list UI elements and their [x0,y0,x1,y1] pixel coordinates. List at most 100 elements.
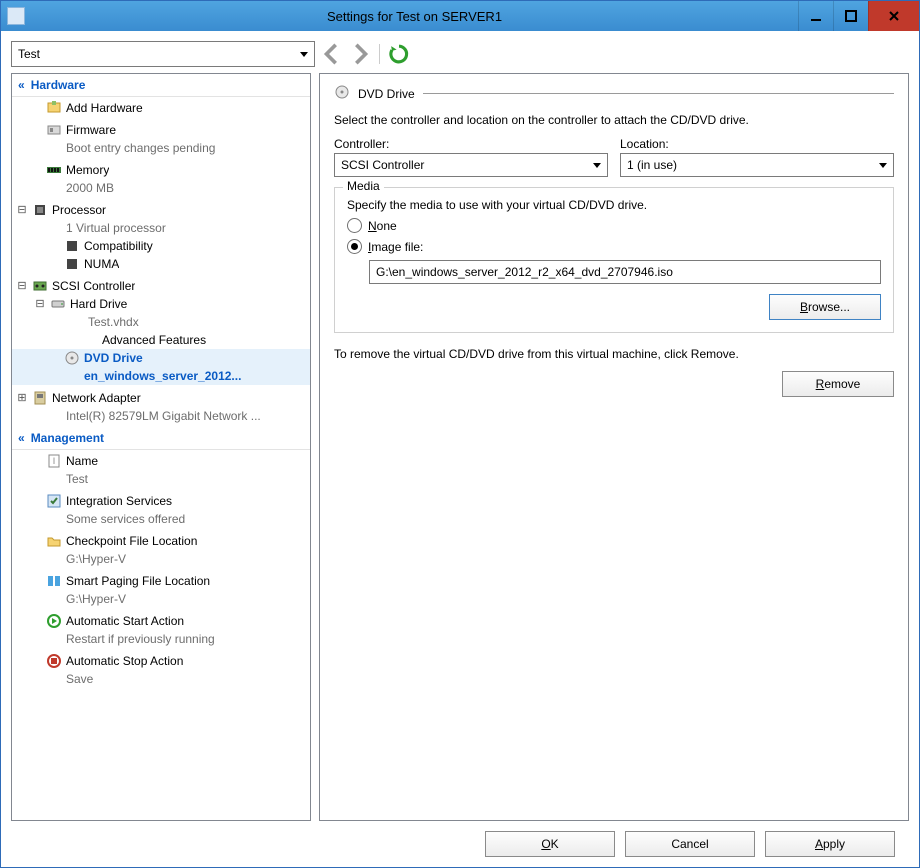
tree-scsi-controller[interactable]: ⊟ SCSI Controller [12,277,310,295]
tree-item-label: Add Hardware [66,101,143,116]
controller-icon [32,278,48,294]
tree-dvd-drive-sub: en_windows_server_2012... [12,367,310,385]
toolbar-separator [379,44,380,64]
media-none-option[interactable]: NNoneone [347,218,881,233]
collapse-toggle-icon[interactable]: ⊟ [16,203,28,218]
minimize-button[interactable] [798,1,833,31]
integration-icon [46,493,62,509]
controller-label: Controller: [334,137,608,151]
settings-tree[interactable]: « Hardware Add Hardware Firmware [11,73,311,821]
tree-name[interactable]: IName [12,452,310,470]
autostart-icon [46,613,62,629]
tree-processor[interactable]: ⊟ Processor [12,201,310,219]
chevron-down-icon [300,52,308,57]
close-button[interactable] [868,1,919,31]
tree-item-label: Memory [66,163,109,178]
location-value: 1 (in use) [627,158,677,172]
tree-item-label: DVD Drive [84,351,143,366]
tree-memory-sub: 2000 MB [12,179,310,197]
tree-firmware-sub: Boot entry changes pending [12,139,310,157]
tree-paging-location-sub: G:\Hyper-V [12,590,310,608]
processor-icon [32,202,48,218]
processor-icon [64,256,80,272]
section-management[interactable]: « Management [12,427,310,450]
window-buttons [798,1,919,31]
firmware-icon [46,122,62,138]
tree-memory[interactable]: Memory [12,161,310,179]
media-image-option[interactable]: Image file: Image file: [347,239,881,254]
media-group: Media Specify the media to use with your… [334,187,894,333]
controller-select[interactable]: SCSI Controller [334,153,608,177]
media-desc: Specify the media to use with your virtu… [347,198,881,212]
toolbar: Test [11,41,909,67]
image-path-value: G:\en_windows_server_2012_r2_x64_dvd_270… [376,265,673,279]
vm-selector[interactable]: Test [11,41,315,67]
svg-text:I: I [53,456,56,466]
tree-autostart[interactable]: Automatic Start Action [12,612,310,630]
divider [423,93,894,94]
hard-drive-icon [50,296,66,312]
media-group-title: Media [343,179,384,193]
section-management-label: Management [31,431,104,445]
apply-button[interactable]: ApplyApply [765,831,895,857]
paging-icon [46,573,62,589]
tree-checkpoint-location-sub: G:\Hyper-V [12,550,310,568]
tree-network-adapter[interactable]: ⊞ Network Adapter [12,389,310,407]
cancel-button[interactable]: Cancel [625,831,755,857]
client-area: Test « Hardware Add Hardw [1,31,919,867]
tree-item-label: Hard Drive [70,297,127,312]
add-hardware-icon [46,100,62,116]
controller-value: SCSI Controller [341,158,424,172]
titlebar: Settings for Test on SERVER1 [1,1,919,31]
tree-advanced-features[interactable]: Advanced Features [12,331,310,349]
tree-hard-drive[interactable]: ⊟ Hard Drive [12,295,310,313]
tree-add-hardware[interactable]: Add Hardware [12,99,310,117]
nav-forward-button[interactable] [349,43,371,65]
ok-button[interactable]: OKOK [485,831,615,857]
tree-integration[interactable]: Integration Services [12,492,310,510]
dvd-drive-icon [64,350,80,366]
tree-name-sub: Test [12,470,310,488]
location-label: Location: [620,137,894,151]
tree-autostop[interactable]: Automatic Stop Action [12,652,310,670]
processor-icon [64,238,80,254]
remove-button[interactable]: Remove Remove [782,371,894,397]
refresh-button[interactable] [388,43,410,65]
tree-item-label: Network Adapter [52,391,141,406]
tree-checkpoint-location[interactable]: Checkpoint File Location [12,532,310,550]
maximize-button[interactable] [833,1,868,31]
details-intro: Select the controller and location on th… [334,113,894,127]
dialog-footer: OKOK Cancel ApplyApply [11,821,909,867]
app-icon [7,7,25,25]
tree-hard-drive-sub: Test.vhdx [12,313,310,331]
tree-firmware[interactable]: Firmware [12,121,310,139]
autostop-icon [46,653,62,669]
chevron-down-icon [879,163,887,168]
tree-compatibility[interactable]: Compatibility [12,237,310,255]
section-hardware-label: Hardware [31,78,86,92]
details-header: DVD Drive [334,84,894,103]
collapse-toggle-icon[interactable]: ⊟ [16,279,28,294]
tree-paging-location[interactable]: Smart Paging File Location [12,572,310,590]
location-select[interactable]: 1 (in use) [620,153,894,177]
tree-numa[interactable]: NUMA [12,255,310,273]
chevron-down-icon [593,163,601,168]
collapse-icon: « [18,78,25,92]
settings-window: Settings for Test on SERVER1 Test [0,0,920,868]
body: « Hardware Add Hardware Firmware [11,73,909,821]
tree-item-label: Processor [52,203,106,218]
browse-button[interactable]: Browse... Browse... [769,294,881,320]
collapse-toggle-icon[interactable]: ⊟ [34,297,46,312]
tree-network-adapter-sub: Intel(R) 82579LM Gigabit Network ... [12,407,310,425]
expand-toggle-icon[interactable]: ⊞ [16,391,28,406]
name-icon: I [46,453,62,469]
remove-desc: To remove the virtual CD/DVD drive from … [334,347,894,361]
image-path-input[interactable]: G:\en_windows_server_2012_r2_x64_dvd_270… [369,260,881,284]
tree-dvd-drive[interactable]: DVD Drive [12,349,310,367]
dvd-drive-icon [334,84,350,103]
folder-icon [46,533,62,549]
section-hardware[interactable]: « Hardware [12,74,310,97]
nav-back-button[interactable] [321,43,343,65]
radio-icon [347,239,362,254]
radio-icon [347,218,362,233]
